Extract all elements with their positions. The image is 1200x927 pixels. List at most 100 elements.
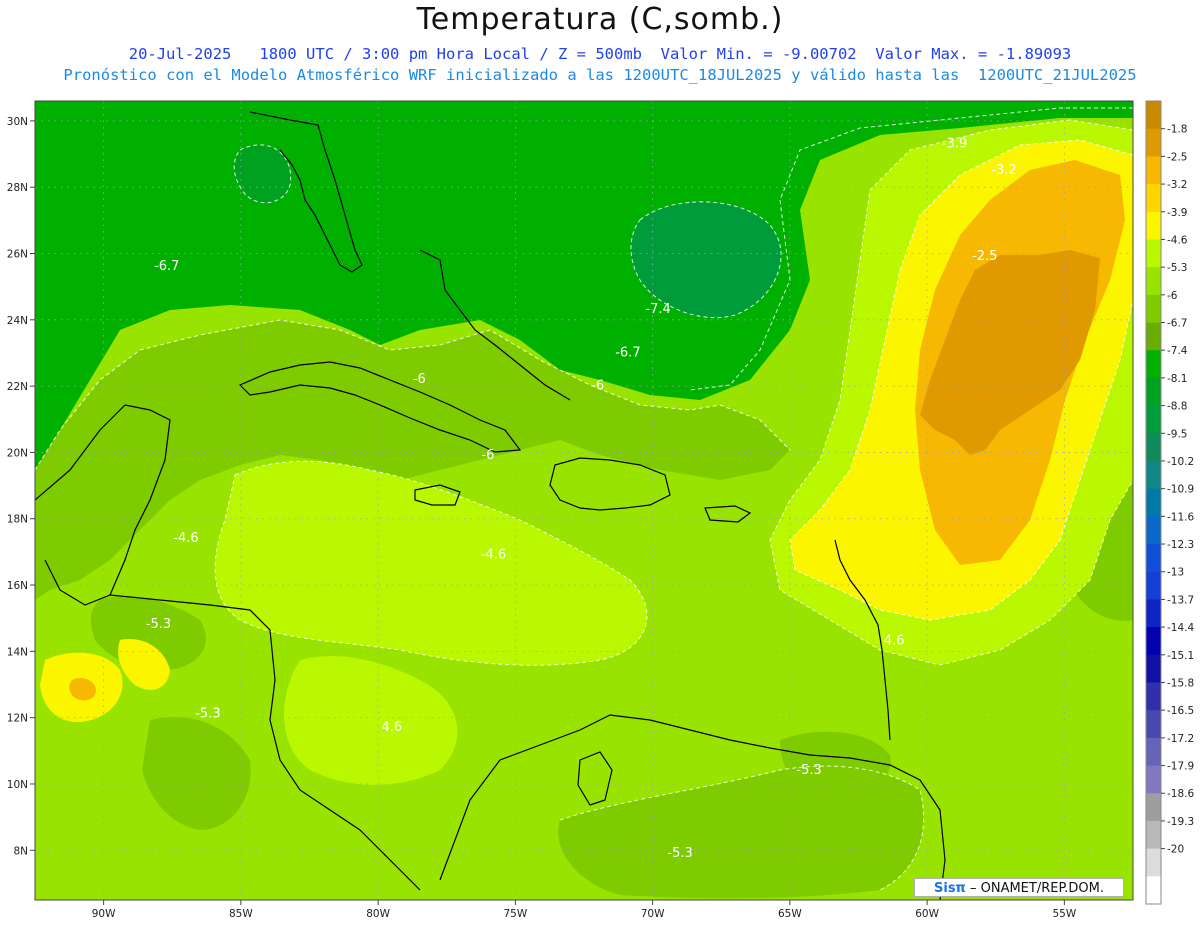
- legend-swatch: [1146, 377, 1161, 407]
- legend-swatch: [1146, 294, 1161, 324]
- lon-tick-label: 85W: [229, 908, 253, 920]
- legend-level-label: -8.8: [1167, 401, 1188, 413]
- legend-swatch: [1146, 128, 1161, 157]
- contour-label: -4.6: [173, 531, 198, 546]
- lon-tick-label: 75W: [504, 908, 528, 920]
- legend-level-label: -14.4: [1167, 622, 1194, 634]
- legend-level-label: -16.5: [1167, 705, 1194, 717]
- color-legend: -1.8 -2.5 -3.2 -3.9 -4.6 -5.3 -6 -6.7 -7.4 -8.1 -8…: [1145, 100, 1194, 905]
- legend-level-label: -12.3: [1167, 539, 1194, 551]
- legend-swatch: [1146, 405, 1161, 434]
- legend-swatch: [1146, 654, 1161, 683]
- legend-level-label: -13: [1167, 567, 1184, 579]
- credit-text: – ONAMET/REP.DOM.: [965, 881, 1104, 896]
- lat-tick-label: 18N: [7, 514, 28, 526]
- legend-swatch: [1146, 820, 1161, 850]
- contour-label: -6: [413, 372, 426, 387]
- legend-level-label: -15.1: [1167, 650, 1194, 662]
- lat-tick-label: 14N: [7, 646, 28, 658]
- contour-label: -4.6: [481, 548, 506, 563]
- legend-swatch: [1146, 710, 1161, 739]
- lon-tick-label: 90W: [92, 908, 116, 920]
- legend-level-label: -6.7: [1167, 318, 1188, 330]
- legend-swatch: [1146, 239, 1161, 268]
- lon-tick-label: 65W: [778, 908, 802, 920]
- legend-level-label: -19.3: [1167, 816, 1194, 828]
- lat-tick-label: 22N: [7, 381, 28, 393]
- legend-level-label: -17.9: [1167, 761, 1194, 773]
- lat-tick-label: 26N: [7, 249, 28, 261]
- lon-tick-label: 80W: [366, 908, 390, 920]
- lat-tick-label: 24N: [7, 315, 28, 327]
- legend-level-label: -8.1: [1167, 373, 1188, 385]
- legend-swatch: [1146, 184, 1161, 213]
- contour-label: -6: [481, 448, 494, 463]
- legend-level-label: -11.6: [1167, 511, 1194, 523]
- legend-swatch: [1146, 848, 1161, 877]
- contour-label: -5.3: [195, 707, 220, 722]
- legend-swatch: [1146, 460, 1161, 490]
- contour-label: -5.3: [667, 846, 692, 861]
- legend-level-label: -3.9: [1167, 207, 1188, 219]
- legend-level-label: -2.5: [1167, 151, 1188, 163]
- longitude-axis: 90W 85W 80W 75W 70W 65W 60W 55W: [92, 900, 1077, 920]
- contour-label: 4.6: [884, 634, 905, 649]
- lon-tick-label: 60W: [915, 908, 939, 920]
- legend-swatch: [1146, 599, 1161, 628]
- legend-swatch: [1146, 516, 1161, 545]
- legend-level-label: -4.6: [1167, 234, 1188, 246]
- legend-swatch: [1146, 682, 1161, 711]
- legend-swatch: [1146, 267, 1161, 296]
- legend-swatch: [1146, 156, 1161, 185]
- legend-swatch: [1146, 571, 1161, 600]
- lat-tick-label: 16N: [7, 580, 28, 592]
- legend-level-label: -10.9: [1167, 484, 1194, 496]
- legend-swatch: [1146, 627, 1161, 656]
- legend-level-label: -13.7: [1167, 594, 1194, 606]
- contour-label: -7.4: [645, 302, 670, 317]
- legend-level-label: -10.2: [1167, 456, 1194, 468]
- legend-swatch: [1146, 211, 1161, 240]
- lon-tick-label: 55W: [1053, 908, 1077, 920]
- contour-label: -3.9: [942, 136, 967, 151]
- legend-level-label: -7.4: [1167, 345, 1188, 357]
- contour-label: 4.6: [382, 720, 403, 735]
- legend-swatch: [1146, 544, 1161, 573]
- legend-level-label: -3.2: [1167, 179, 1188, 191]
- latitude-axis: 8N 10N 12N 14N 16N 18N 20N 22N 24N 26N 28N 30N: [7, 116, 35, 857]
- contour-label: -2.5: [972, 249, 997, 264]
- legend-level-label: -15.8: [1167, 677, 1194, 689]
- legend-level-label: -9.5: [1167, 428, 1188, 440]
- legend-level-label: -18.6: [1167, 788, 1194, 800]
- contour-label: -6.7: [615, 345, 640, 360]
- legend-swatch: [1146, 350, 1161, 379]
- contour-label: -6.7: [154, 259, 179, 274]
- legend-level-label: -20: [1167, 844, 1184, 856]
- shaded-field: -6.7 -7.4 -6.7 -6 -6 -6 -4.6 -4.6 -5.3 -5.3 4.6 -5.…: [35, 101, 1133, 900]
- legend-swatch: [1146, 488, 1161, 517]
- contour-label: -6: [591, 378, 604, 393]
- legend-level-label: -6: [1167, 290, 1178, 302]
- contour-label: -5.3: [146, 617, 171, 632]
- lat-tick-label: 20N: [7, 447, 28, 459]
- credit-badge: Sisπ – ONAMET/REP.DOM.: [914, 878, 1124, 897]
- legend-swatch: [1146, 433, 1161, 462]
- legend-swatch: [1146, 876, 1161, 905]
- legend-level-label: -5.3: [1167, 262, 1188, 274]
- lat-tick-label: 28N: [7, 182, 28, 194]
- legend-swatch: [1146, 793, 1161, 822]
- legend-swatch: [1146, 765, 1161, 794]
- lon-tick-label: 70W: [641, 908, 665, 920]
- legend-swatch: [1146, 322, 1161, 351]
- lat-tick-label: 30N: [7, 116, 28, 128]
- legend-swatch: [1146, 101, 1161, 130]
- contour-label: -5.3: [796, 763, 821, 778]
- legend-level-label: -1.8: [1167, 124, 1188, 136]
- legend-swatch: [1146, 737, 1161, 767]
- lat-tick-label: 10N: [7, 779, 28, 791]
- contour-label: -3.2: [991, 163, 1016, 178]
- temperature-map: -6.7 -7.4 -6.7 -6 -6 -6 -4.6 -4.6 -5.3 -5.3 4.6 -5.…: [7, 100, 1194, 920]
- sispi-logo-text: Sisπ: [934, 881, 966, 896]
- lat-tick-label: 12N: [7, 713, 28, 725]
- lat-tick-label: 8N: [13, 845, 28, 857]
